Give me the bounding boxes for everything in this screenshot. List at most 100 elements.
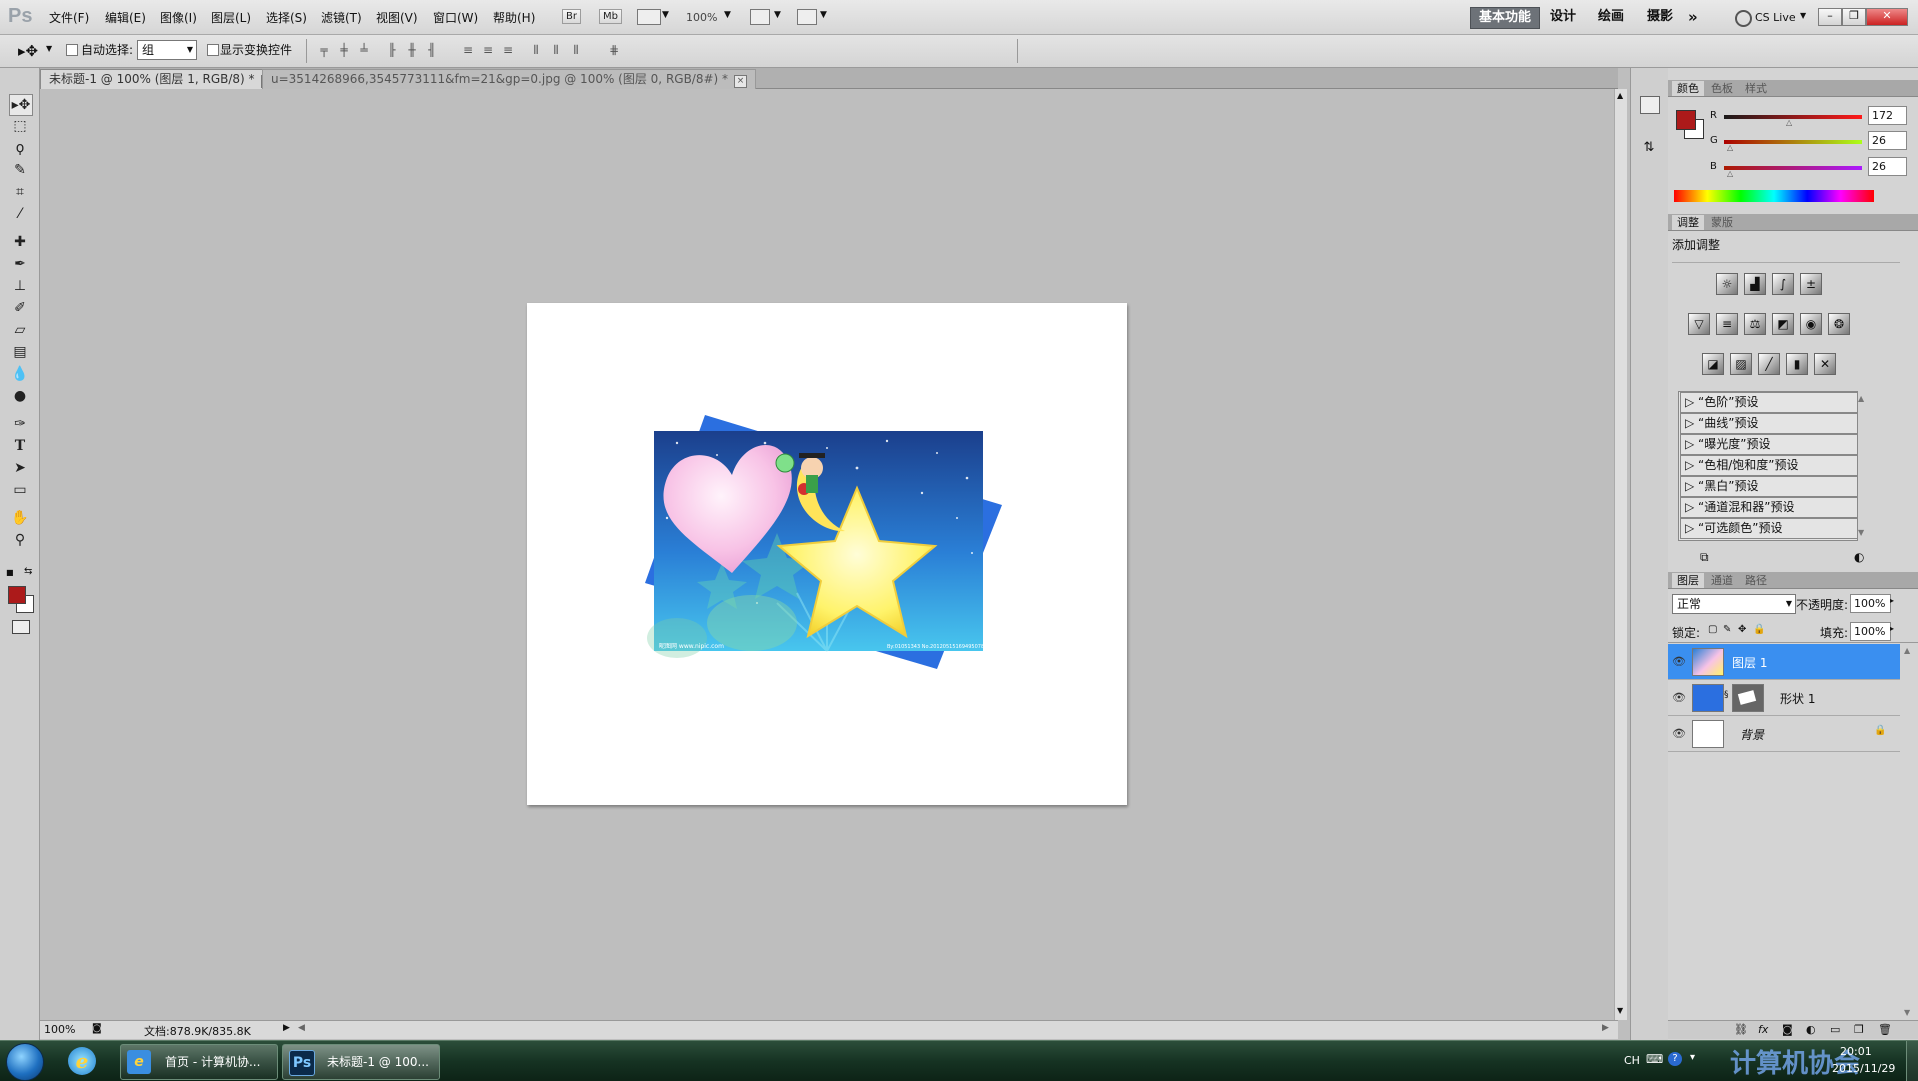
chevron-down-icon[interactable]: ▼ — [774, 10, 781, 20]
tab-color[interactable]: 颜色 — [1672, 81, 1704, 96]
taskbar-item-photoshop[interactable]: Ps 未标题-1 @ 100... — [282, 1044, 440, 1080]
auto-select-checkbox[interactable] — [66, 42, 81, 56]
menu-window[interactable]: 窗口(W) — [433, 9, 478, 26]
b-value-input[interactable]: 26 — [1868, 157, 1907, 176]
bridge-button[interactable]: Br — [562, 9, 581, 24]
scroll-left-icon[interactable]: ◀ — [298, 1023, 305, 1033]
new-adjustment-icon[interactable]: ◐ — [1806, 1023, 1816, 1036]
preset-exposure[interactable]: ▷ “曝光度”预设 — [1680, 434, 1858, 455]
quick-select-tool-icon[interactable]: ✎ — [9, 160, 31, 180]
new-group-icon[interactable]: ▭ — [1830, 1023, 1840, 1036]
arrange-documents-icon[interactable] — [750, 9, 770, 25]
clock-time[interactable]: 20:01 — [1840, 1045, 1872, 1058]
posterize-icon[interactable]: ▨ — [1730, 353, 1752, 375]
fill-slider-arrow-icon[interactable]: ▸ — [1890, 624, 1894, 633]
document-canvas[interactable]: 昵图网 www.nipic.com By:01051343 No.2012051… — [527, 303, 1127, 805]
menu-help[interactable]: 帮助(H) — [493, 9, 535, 26]
scroll-up-icon[interactable]: ▲ — [1617, 91, 1623, 100]
tab-jpg-document[interactable]: u=3514268966,3545773111&fm=21&gp=0.jpg @… — [262, 69, 757, 89]
keyboard-icon[interactable]: ⌨ — [1646, 1052, 1663, 1066]
distribute-bottom-icon[interactable]: ≡ — [500, 42, 516, 58]
lock-transparent-icon[interactable]: ▢ — [1708, 624, 1717, 635]
layer-row-shape-1[interactable]: 👁 § 形状 1 — [1668, 680, 1900, 716]
align-bottom-icon[interactable]: ╧ — [356, 42, 372, 58]
internet-explorer-icon[interactable]: e — [68, 1047, 96, 1075]
scroll-down-icon[interactable]: ▼ — [1904, 1008, 1910, 1017]
shape-tool-icon[interactable]: ▭ — [9, 480, 31, 500]
layer-name[interactable]: 形状 1 — [1780, 690, 1815, 707]
status-menu-arrow-icon[interactable]: ▶ — [283, 1023, 290, 1033]
preset-selective-color[interactable]: ▷ “可选颜色”预设 — [1680, 518, 1858, 539]
cs-live-button[interactable]: CS Live — [1755, 11, 1796, 24]
link-layers-icon[interactable]: ⛓ — [1734, 1023, 1748, 1036]
auto-select-target-select[interactable]: 组 ▼ — [137, 40, 197, 60]
align-hcenter-icon[interactable]: ╫ — [404, 42, 420, 58]
blend-mode-select[interactable]: 正常 ▼ — [1672, 594, 1796, 614]
brush-tool-icon[interactable]: ✒ — [9, 254, 31, 274]
taskbar-item-browser[interactable]: e 首页 - 计算机协... — [120, 1044, 278, 1080]
exposure-icon[interactable]: ± — [1800, 273, 1822, 295]
g-slider-thumb-icon[interactable]: △ — [1727, 143, 1733, 152]
zoom-tool-icon[interactable]: ⚲ — [9, 530, 31, 550]
g-value-input[interactable]: 26 — [1868, 131, 1907, 150]
distribute-left-icon[interactable]: ⫴ — [528, 42, 544, 58]
distribute-right-icon[interactable]: ⫴ — [568, 42, 584, 58]
status-info-icon[interactable]: ◙ — [92, 1023, 102, 1034]
tab-channels[interactable]: 通道 — [1706, 573, 1738, 588]
path-select-tool-icon[interactable]: ➤ — [9, 458, 31, 478]
gradient-tool-icon[interactable]: ▤ — [9, 342, 31, 362]
photo-filter-icon[interactable]: ◉ — [1800, 313, 1822, 335]
help-icon[interactable]: ? — [1668, 1052, 1682, 1066]
trash-icon[interactable]: 🗑 — [1878, 1023, 1892, 1036]
r-value-input[interactable]: 172 — [1868, 106, 1907, 125]
marquee-tool-icon[interactable]: ⬚ — [9, 116, 31, 136]
visibility-eye-icon[interactable]: 👁 — [1672, 691, 1686, 704]
preset-hue-saturation[interactable]: ▷ “色相/饱和度”预设 — [1680, 455, 1858, 476]
workspace-essentials[interactable]: 基本功能 — [1470, 7, 1541, 29]
swap-colors-icon[interactable]: ⇆ — [24, 566, 32, 577]
hand-tool-icon[interactable]: ✋ — [9, 508, 31, 528]
scroll-right-icon[interactable]: ▶ — [1602, 1023, 1609, 1033]
chevron-down-icon[interactable]: ▼ — [1800, 11, 1806, 20]
panel-options-icon[interactable]: ◐ — [1854, 550, 1864, 564]
workspace-painting[interactable]: 绘画 — [1590, 7, 1632, 27]
screen-mode-icon[interactable] — [797, 9, 817, 25]
menu-edit[interactable]: 编辑(E) — [105, 9, 146, 26]
input-language[interactable]: CH — [1624, 1054, 1640, 1067]
align-top-icon[interactable]: ╤ — [316, 42, 332, 58]
color-ramp[interactable] — [1674, 190, 1874, 202]
auto-align-icon[interactable]: ⋕ — [606, 42, 622, 58]
preset-black-white[interactable]: ▷ “黑白”预设 — [1680, 476, 1858, 497]
curves-icon[interactable]: ∫ — [1772, 273, 1794, 295]
lock-pixels-icon[interactable]: ✎ — [1723, 624, 1731, 635]
zoom-level[interactable]: 100% — [686, 11, 717, 24]
history-panel-icon[interactable] — [1640, 96, 1660, 114]
visibility-eye-icon[interactable]: 👁 — [1672, 655, 1686, 668]
distribute-hcenter-icon[interactable]: ⫴ — [548, 42, 564, 58]
preset-curves[interactable]: ▷ “曲线”预设 — [1680, 413, 1858, 434]
chevron-down-icon[interactable]: ▾ — [1690, 1052, 1695, 1063]
close-icon[interactable]: × — [734, 75, 748, 88]
scroll-up-icon[interactable]: ▲ — [1904, 646, 1910, 655]
visibility-eye-icon[interactable]: 👁 — [1672, 727, 1686, 740]
healing-brush-tool-icon[interactable]: ✚ — [9, 232, 31, 252]
new-layer-icon[interactable]: ❐ — [1854, 1023, 1864, 1036]
distribute-top-icon[interactable]: ≡ — [460, 42, 476, 58]
minimize-button[interactable]: – — [1818, 8, 1842, 26]
menu-select[interactable]: 选择(S) — [266, 9, 307, 26]
quick-mask-icon[interactable] — [12, 620, 30, 634]
preset-channel-mixer[interactable]: ▷ “通道混和器”预设 — [1680, 497, 1858, 518]
fill-input[interactable]: 100% — [1850, 622, 1891, 641]
preset-levels[interactable]: ▷ “色阶”预设 — [1680, 392, 1858, 413]
opacity-input[interactable]: 100% — [1850, 594, 1891, 613]
menu-layer[interactable]: 图层(L) — [211, 9, 251, 26]
tab-adjustments[interactable]: 调整 — [1672, 215, 1704, 230]
opacity-slider-arrow-icon[interactable]: ▸ — [1890, 596, 1894, 605]
menu-filter[interactable]: 滤镜(T) — [321, 9, 362, 26]
gradient-map-icon[interactable]: ▮ — [1786, 353, 1808, 375]
channel-mixer-icon[interactable]: ❂ — [1828, 313, 1850, 335]
distribute-vcenter-icon[interactable]: ≡ — [480, 42, 496, 58]
show-desktop-button[interactable] — [1906, 1041, 1918, 1081]
vibrance-icon[interactable]: ▽ — [1688, 313, 1710, 335]
clock-date[interactable]: 2015/11/29 — [1832, 1062, 1895, 1075]
